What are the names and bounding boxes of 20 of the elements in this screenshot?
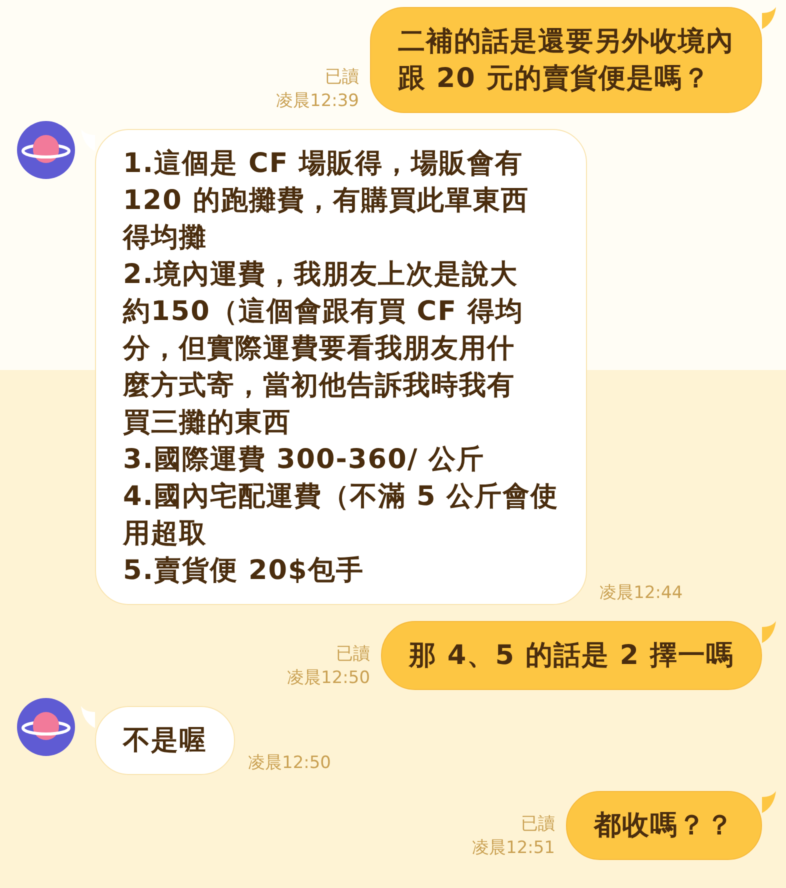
read-receipt: 已讀 (521, 813, 555, 836)
bubble-tail-icon (762, 7, 776, 29)
message-time: 凌晨12:51 (472, 837, 555, 860)
planet-avatar-icon (17, 121, 75, 179)
bubble-tail-icon (762, 621, 776, 643)
read-receipt: 已讀 (336, 643, 370, 666)
bubble-tail-icon (81, 706, 95, 728)
bubble-tail-icon (762, 791, 776, 813)
planet-avatar-icon (17, 698, 75, 756)
message-bubble: 不是喔 (95, 706, 235, 775)
message-time: 凌晨12:44 (600, 582, 683, 605)
message-time: 凌晨12:50 (248, 752, 331, 775)
read-receipt: 已讀 (325, 66, 359, 89)
message-bubble: 1.這個是 CF 場販得，場販會有 120 的跑攤費，有購買此單東西 得均攤 2.境內運費，我朋友上次是說大 約150（這個會跟有買 CF 得均 分，但實際運費要看我朋友用什 麼方式寄，當初他告訴我時我有 買三攤的東西 3.國際運費 300-360/ 公斤 4.國內宅配運費（不滿 5 公斤會使 用超取 5.賣貨便 20$包手 (95, 129, 587, 605)
message-bubble: 都收嗎？？ (566, 791, 762, 860)
bubble-tail-icon (81, 129, 95, 151)
message-bubble: 二補的話是還要另外收境內 跟 20 元的賣貨便是嗎？ (370, 7, 762, 113)
message-bubble: 那 4、5 的話是 2 擇一嗎 (381, 621, 762, 690)
message-time: 凌晨12:50 (287, 667, 370, 690)
message-time: 凌晨12:39 (276, 90, 359, 113)
